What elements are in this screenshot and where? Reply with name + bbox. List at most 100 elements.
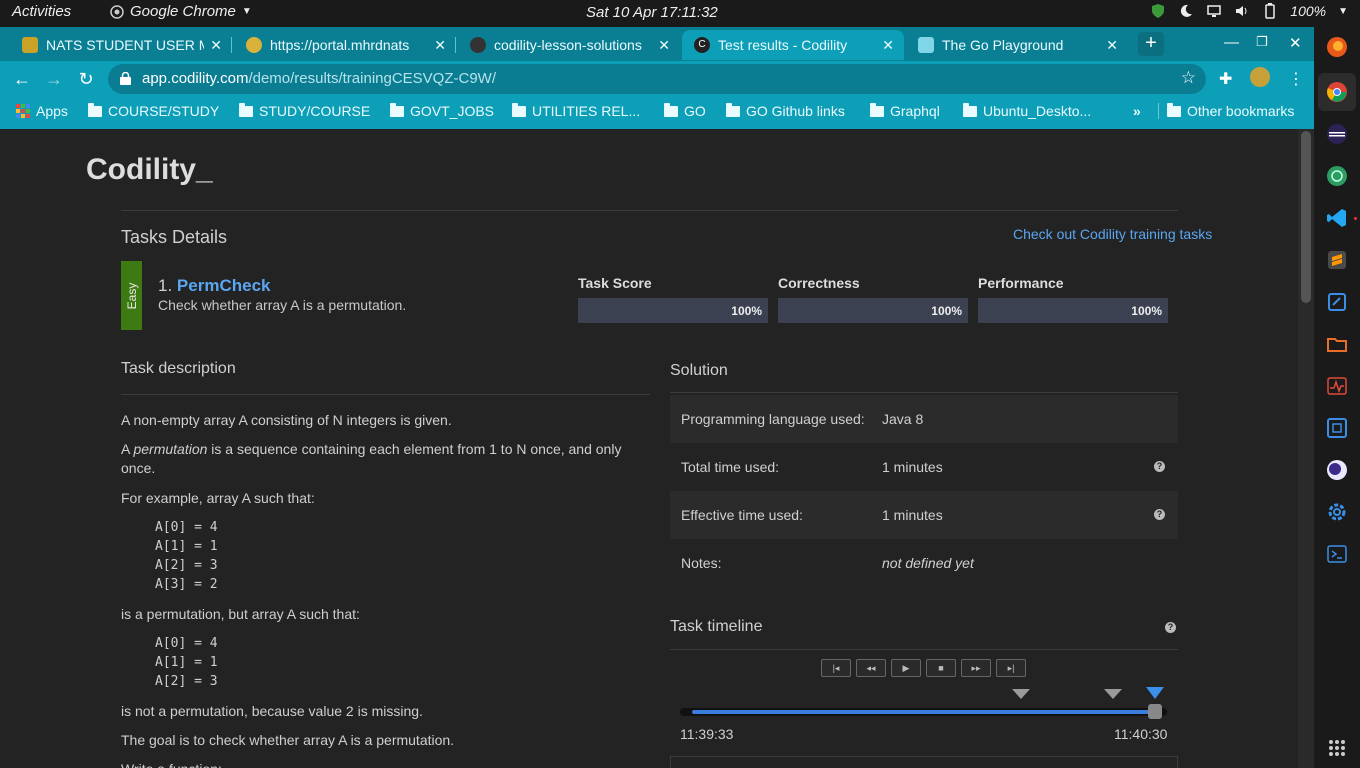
timeline-current-marker[interactable]	[1146, 687, 1164, 699]
bookmark-star-icon[interactable]: ☆	[1181, 68, 1196, 88]
tab-title: Test results - Codility	[718, 37, 848, 53]
bookmark-folder[interactable]: UTILITIES REL...	[512, 102, 641, 119]
row-value: 1 minutes	[882, 459, 943, 475]
text-editor-icon[interactable]	[1326, 291, 1348, 313]
restore-icon[interactable]: ❐	[1256, 34, 1268, 50]
system-monitor-icon[interactable]	[1326, 375, 1348, 397]
tab-mhrdnats-portal[interactable]: https://portal.mhrdnats ✕	[234, 30, 456, 60]
bookmark-label: GOVT_JOBS	[410, 103, 495, 119]
bookmark-apps[interactable]: Apps	[16, 103, 68, 119]
activities-button[interactable]: Activities	[12, 3, 71, 20]
app-menu[interactable]: Google Chrome ▼	[110, 3, 252, 20]
clock[interactable]: Sat 10 Apr 17:11:32	[586, 4, 718, 21]
score-value: 100%	[931, 304, 962, 318]
menu-kebab-icon[interactable]: ⋮	[1288, 69, 1304, 89]
media-player-icon[interactable]	[1326, 459, 1348, 481]
timeline-snapshot-marker[interactable]	[1104, 689, 1122, 699]
folder-icon	[512, 102, 526, 117]
lock-icon	[120, 72, 131, 85]
forward-arrow-icon[interactable]: →	[42, 67, 66, 91]
reload-icon[interactable]: ↻	[74, 67, 98, 91]
profile-avatar[interactable]	[1250, 67, 1270, 87]
show-applications-icon[interactable]	[1329, 740, 1345, 756]
timeline-first-button[interactable]: |◂	[821, 659, 851, 677]
battery-percent: 100%	[1290, 3, 1327, 19]
timeline-play-button[interactable]: ▶	[891, 659, 921, 677]
solution-row-notes: Notes: not defined yet	[670, 539, 1178, 587]
timeline-last-button[interactable]: ▸|	[996, 659, 1026, 677]
close-icon[interactable]: ✕	[658, 37, 670, 54]
help-icon[interactable]: ?	[1154, 461, 1165, 472]
tab-title: The Go Playground	[942, 37, 1064, 53]
timeline-rewind-button[interactable]: ◂◂	[856, 659, 886, 677]
globe-icon[interactable]	[1326, 165, 1348, 187]
sublime-text-icon[interactable]	[1326, 249, 1348, 271]
bookmark-folder[interactable]: GOVT_JOBS	[390, 102, 495, 119]
score-value: 100%	[731, 304, 762, 318]
bookmark-label: COURSE/STUDY	[108, 103, 220, 119]
bookmark-folder[interactable]: Ubuntu_Deskto...	[963, 102, 1091, 119]
tab-test-results-codility[interactable]: C Test results - Codility ✕	[682, 30, 904, 60]
screenshot-icon[interactable]	[1326, 417, 1348, 439]
bookmark-folder[interactable]: GO Github links	[726, 102, 845, 119]
close-icon[interactable]: ✕	[882, 37, 894, 54]
score-bar: 100%	[778, 298, 968, 323]
timeline-forward-button[interactable]: ▸▸	[961, 659, 991, 677]
vscode-icon[interactable]	[1326, 207, 1348, 229]
divider	[121, 394, 650, 395]
close-icon[interactable]: ✕	[1106, 37, 1118, 54]
help-icon[interactable]: ?	[1154, 509, 1165, 520]
tab-codility-lesson-solutions[interactable]: codility-lesson-solutions ✕	[458, 30, 680, 60]
training-tasks-link[interactable]: Check out Codility training tasks	[1013, 226, 1212, 242]
code-example: A[0] = 4 A[1] = 1 A[2] = 3	[155, 636, 218, 689]
chevron-down-icon: ▼	[1338, 5, 1348, 17]
new-tab-button[interactable]: +	[1138, 32, 1164, 56]
close-window-icon[interactable]: ✕	[1289, 34, 1302, 52]
bookmark-other[interactable]: Other bookmarks	[1158, 102, 1294, 119]
extensions-puzzle-icon[interactable]: ✚	[1219, 69, 1232, 89]
page-scrollbar[interactable]	[1298, 129, 1314, 768]
codility-logo[interactable]: Codility_	[86, 153, 213, 187]
system-tray[interactable]: 100% ▼	[1150, 3, 1348, 19]
files-folder-icon[interactable]	[1326, 333, 1348, 355]
url-host: app.codility.com	[142, 70, 249, 87]
scrollbar-thumb[interactable]	[1301, 131, 1311, 303]
bookmarks-overflow-button[interactable]: »	[1133, 103, 1141, 119]
github-icon	[470, 37, 486, 53]
help-icon[interactable]: ?	[1165, 622, 1176, 633]
bookmark-label: UTILITIES REL...	[532, 103, 641, 119]
chrome-icon[interactable]	[1326, 81, 1348, 103]
tab-separator	[455, 37, 456, 53]
bookmark-folder[interactable]: Graphql	[870, 102, 940, 119]
folder-icon	[726, 102, 740, 117]
tab-nats-student[interactable]: NATS STUDENT USER M ✕	[10, 30, 232, 60]
close-icon[interactable]: ✕	[434, 37, 446, 54]
firefox-icon[interactable]	[1326, 36, 1348, 58]
bookmark-folder[interactable]: STUDY/COURSE	[239, 102, 370, 119]
bookmarks-bar: Apps COURSE/STUDY STUDY/COURSE GOVT_JOBS…	[0, 97, 1314, 129]
minimize-icon[interactable]: —	[1224, 34, 1239, 51]
tab-separator	[231, 37, 232, 53]
close-icon[interactable]: ✕	[210, 37, 222, 54]
description-paragraph: Write a function:	[121, 760, 222, 768]
back-arrow-icon[interactable]: ←	[10, 67, 34, 91]
terminal-icon[interactable]	[1326, 543, 1348, 565]
timeline-slider[interactable]	[680, 708, 1167, 716]
address-bar[interactable]: app.codility.com/demo/results/trainingCE…	[108, 64, 1206, 94]
task-timeline-title: Task timeline	[670, 618, 763, 635]
tab-go-playground[interactable]: The Go Playground ✕	[906, 30, 1128, 60]
chevron-down-icon: ▼	[241, 6, 252, 17]
timeline-stop-button[interactable]: ■	[926, 659, 956, 677]
task-name-link[interactable]: PermCheck	[177, 276, 271, 295]
nats-favicon-icon	[22, 37, 38, 53]
bookmark-folder[interactable]: GO	[664, 102, 706, 119]
bookmark-folder[interactable]: COURSE/STUDY	[88, 102, 220, 119]
chrome-icon	[110, 4, 124, 19]
timeline-slider-handle[interactable]	[1148, 704, 1162, 719]
emphasis: permutation	[133, 441, 208, 457]
bookmark-label: Apps	[36, 103, 68, 119]
timeline-snapshot-marker[interactable]	[1012, 689, 1030, 699]
settings-gear-icon[interactable]	[1326, 501, 1348, 523]
eclipse-icon[interactable]	[1326, 123, 1348, 145]
text: A	[121, 441, 134, 457]
